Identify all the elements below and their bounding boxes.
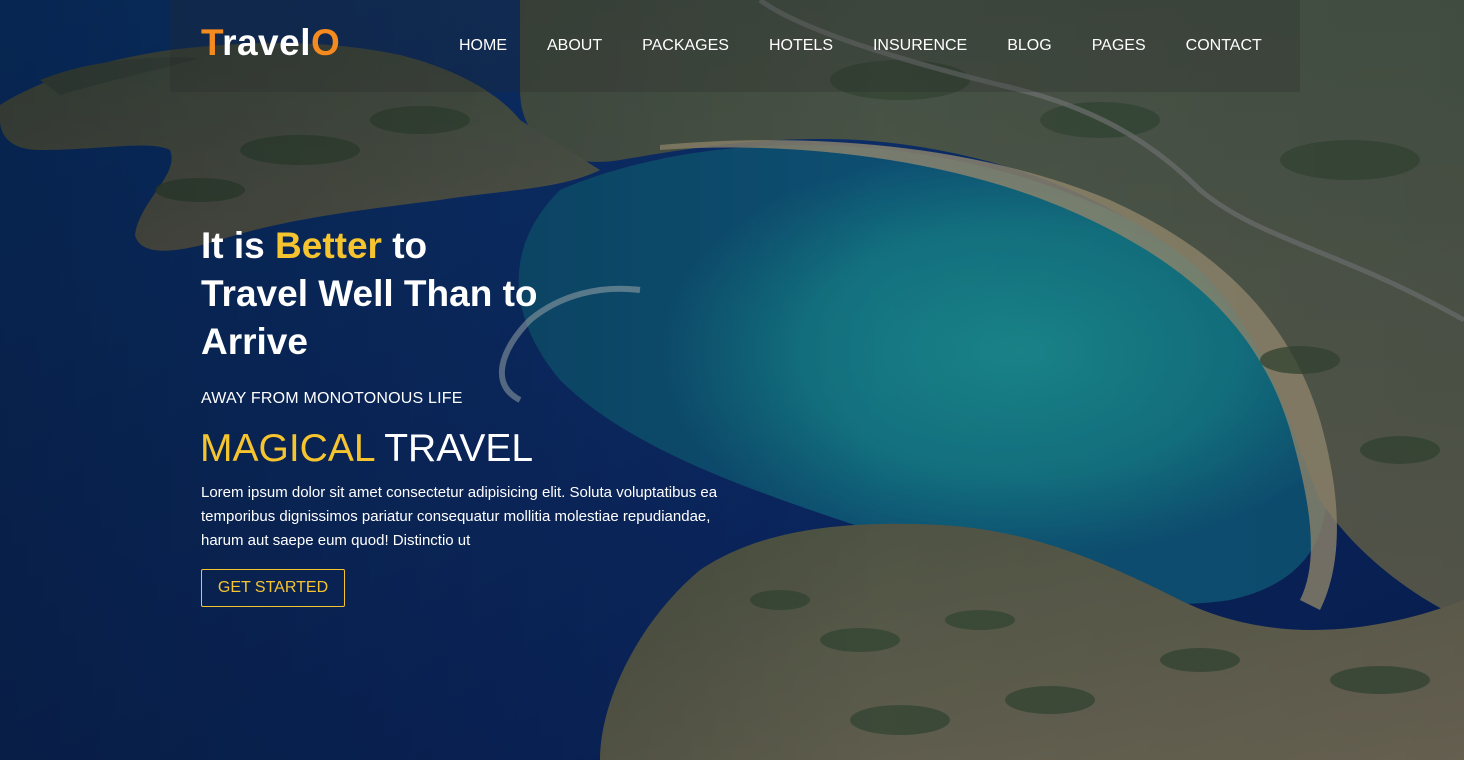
hero-subtitle: AWAY FROM MONOTONOUS LIFE	[201, 390, 463, 407]
logo-middle: ravel	[222, 22, 311, 63]
headline-highlight: Better	[275, 225, 382, 266]
hero-description: Lorem ipsum dolor sit amet consectetur a…	[201, 484, 718, 549]
hero-section: TravelO HOME ABOUT PACKAGES HOTELS INSUR…	[0, 0, 1464, 760]
nav-item-insurance[interactable]: INSURENCE	[873, 36, 967, 56]
tagline-highlight: MAGICAL	[200, 427, 375, 470]
nav-item-pages[interactable]: PAGES	[1092, 36, 1146, 56]
nav-item-about[interactable]: ABOUT	[547, 36, 602, 56]
nav-item-home[interactable]: HOME	[459, 36, 507, 56]
nav-item-blog[interactable]: BLOG	[1007, 36, 1051, 56]
tagline-rest: TRAVEL	[374, 427, 534, 470]
logo-final: O	[310, 22, 341, 63]
main-navigation: HOME ABOUT PACKAGES HOTELS INSURENCE BLO…	[459, 36, 1262, 56]
logo-initial: T	[201, 22, 223, 63]
hero-tagline: MAGICAL TRAVEL	[200, 426, 533, 472]
nav-item-hotels[interactable]: HOTELS	[769, 36, 833, 56]
hero-headline: It is Better to Travel Well Than to Arri…	[201, 222, 541, 366]
get-started-button[interactable]: GET STARTED	[201, 569, 345, 607]
nav-item-contact[interactable]: CONTACT	[1186, 36, 1262, 56]
site-logo[interactable]: TravelO	[201, 22, 340, 64]
hero-background-image	[0, 0, 1464, 760]
nav-item-packages[interactable]: PACKAGES	[642, 36, 729, 56]
headline-part-1: It is	[201, 225, 276, 266]
